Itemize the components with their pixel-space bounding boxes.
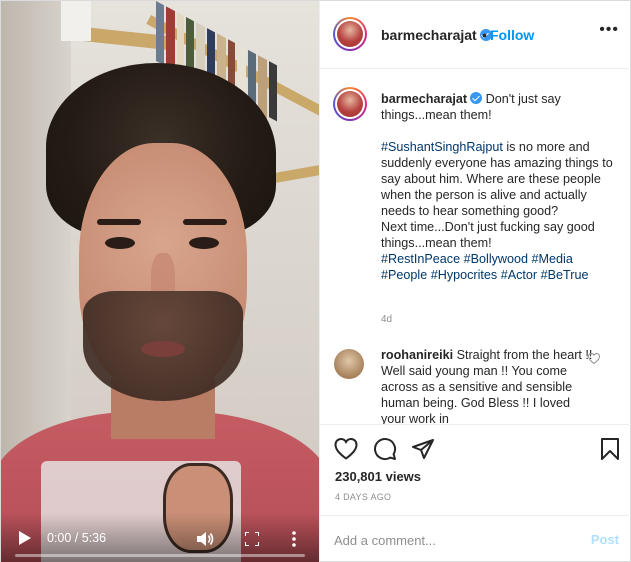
more-icon[interactable]: ••• xyxy=(599,21,619,39)
comment-item: roohanireiki Straight from the heart !! … xyxy=(381,347,596,424)
video-time: 0:00 / 5:36 xyxy=(47,531,107,545)
author-avatar[interactable] xyxy=(333,17,367,51)
comment-input[interactable] xyxy=(334,530,564,550)
author-username-wrap: barmecharajat xyxy=(381,27,492,45)
hashtag-link[interactable]: #Media xyxy=(532,252,573,266)
caption-line2: Next time...Don't just fucking say good … xyxy=(381,220,595,250)
share-icon[interactable] xyxy=(411,437,435,461)
video-controls: 0:00 / 5:36 xyxy=(1,513,319,562)
hashtag-link[interactable]: #BeTrue xyxy=(541,268,589,282)
save-icon[interactable] xyxy=(598,437,622,461)
caption-username[interactable]: barmecharajat xyxy=(381,92,467,106)
hashtag-link[interactable]: #RestInPeace xyxy=(381,252,460,266)
video-progress-bar[interactable] xyxy=(15,554,305,557)
play-icon[interactable] xyxy=(19,531,31,545)
add-comment-bar: Post xyxy=(320,515,631,562)
hashtag-link[interactable]: #People xyxy=(381,268,427,282)
post-dialog: 0:00 / 5:36 barmecharajat • Follow ••• b… xyxy=(0,0,631,562)
post-header: barmecharajat • Follow ••• xyxy=(320,1,631,69)
caption: barmecharajat Don't just say things...me… xyxy=(381,91,621,283)
follow-button[interactable]: Follow xyxy=(490,27,534,43)
person-brow-right xyxy=(183,219,227,225)
hashtag-link[interactable]: #Hypocrites xyxy=(431,268,498,282)
hashtag-link[interactable]: #SushantSinghRajput xyxy=(381,140,503,154)
post-actions: 230,801 views 4 DAYS AGO xyxy=(320,424,631,524)
commenter-username[interactable]: roohanireiki xyxy=(381,348,453,362)
commenter-avatar[interactable] xyxy=(334,349,364,379)
hashtag-link[interactable]: #Bollywood xyxy=(464,252,528,266)
verified-badge-icon xyxy=(470,92,483,104)
author-username[interactable]: barmecharajat xyxy=(381,27,477,43)
comment-icon[interactable] xyxy=(373,437,397,461)
hashtag-link[interactable]: #Actor xyxy=(501,268,537,282)
person-brow-left xyxy=(97,219,141,225)
caption-timestamp[interactable]: 4d xyxy=(381,314,392,325)
person-eye-right xyxy=(189,237,219,249)
person-mouth xyxy=(141,341,185,357)
video-player[interactable]: 0:00 / 5:36 xyxy=(1,1,319,562)
video-more-icon[interactable] xyxy=(291,531,297,547)
person-eye-left xyxy=(105,237,135,249)
comment-like-heart-icon[interactable] xyxy=(588,353,600,364)
post-comment-button[interactable]: Post xyxy=(591,532,619,547)
fullscreen-icon[interactable] xyxy=(245,532,259,546)
header-separator: • xyxy=(482,27,487,43)
view-count[interactable]: 230,801 views xyxy=(335,469,421,484)
comments-area[interactable]: barmecharajat Don't just say things...me… xyxy=(320,70,631,424)
caption-avatar[interactable] xyxy=(333,87,367,121)
post-sidebar: barmecharajat • Follow ••• barmecharajat… xyxy=(319,1,631,562)
heart-icon[interactable] xyxy=(334,437,358,461)
post-age[interactable]: 4 DAYS AGO xyxy=(335,492,391,502)
volume-icon[interactable] xyxy=(197,531,215,547)
